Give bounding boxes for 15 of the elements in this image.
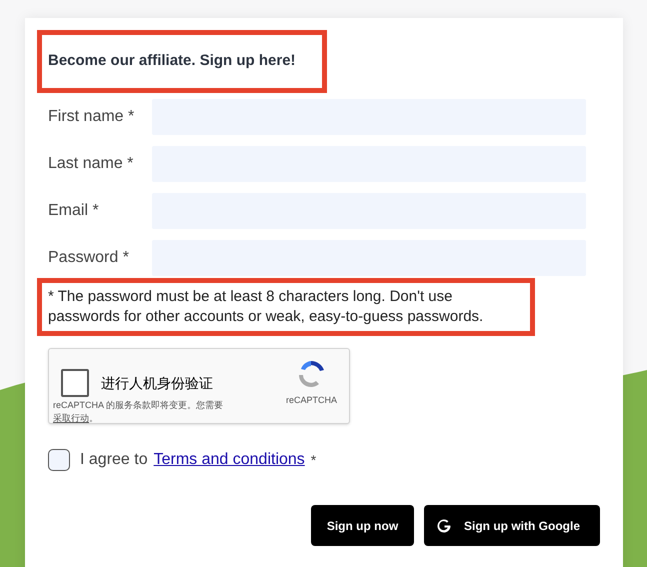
signup-button[interactable]: Sign up now [311, 505, 414, 546]
captcha-notice: reCAPTCHA 的服务条款即将变更。您需要 采取行动。 [53, 399, 224, 425]
captcha-label: 进行人机身份验证 [101, 374, 213, 392]
recaptcha-brand: reCAPTCHA [286, 394, 337, 407]
action-link[interactable]: 采取行动 [53, 413, 89, 423]
form-heading: Become our affiliate. Sign up here! [48, 51, 296, 72]
field-label: Last name * [47, 154, 134, 174]
agree-text: I agree to [80, 450, 148, 470]
google-signup-button[interactable]: Sign up with Google [424, 505, 600, 546]
password-note: * The password must be at least 8 characters long. Don't use passwords for other accounts or weak, easy-to-guess passwords. [48, 287, 484, 327]
field-label: Email * [47, 201, 100, 221]
required-mark: * [310, 450, 316, 470]
field-label: Password * [47, 248, 130, 268]
field-label: First name * [47, 107, 136, 127]
terms-link[interactable]: Terms and conditions [154, 448, 305, 472]
